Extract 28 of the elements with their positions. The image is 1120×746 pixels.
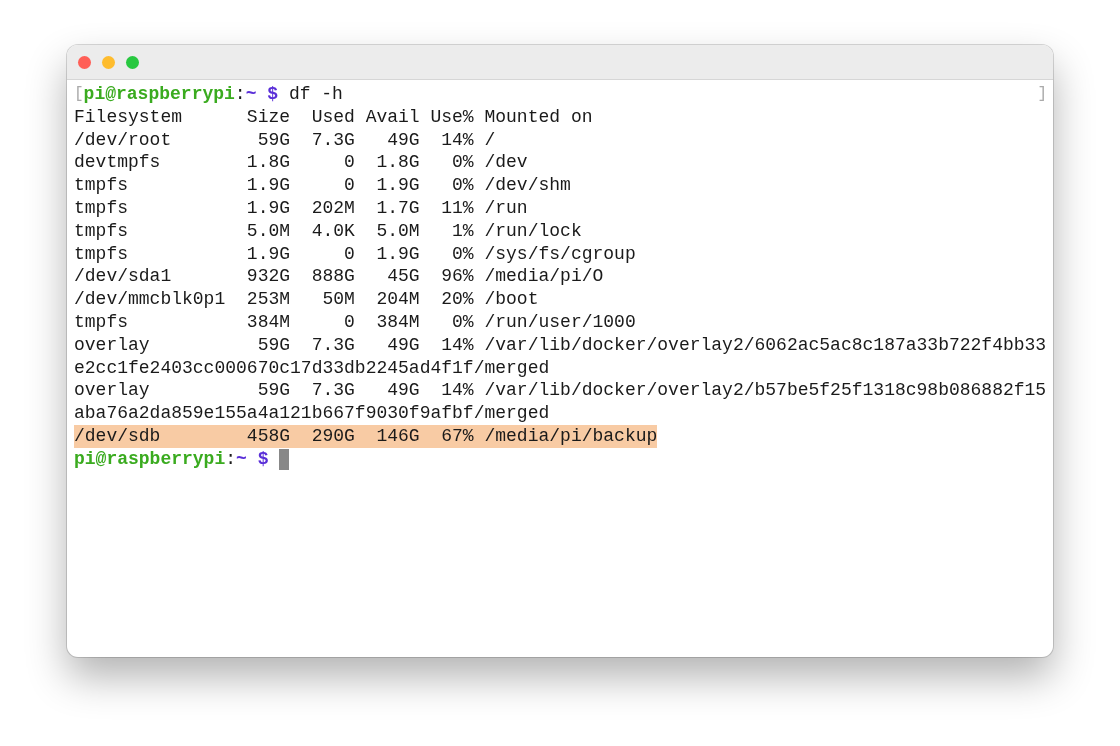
prompt-path: ~ [236,447,247,471]
mark-bracket: [ [74,84,84,105]
prompt-path: ~ [245,83,257,106]
output-line: /dev/mmcblk0p1 253M 50M 204M 20% /boot [74,288,539,311]
command-text: df -h [287,83,343,106]
output-line: overlay 59G 7.3G 49G 14% /var/lib/docker/overlay2/b57be5f25f1318c98b086882f15 [74,379,1047,403]
output-line: tmpfs 384M 0 384M 0% /run/user/1000 [74,310,636,334]
prompt-user: pi@raspberrypi [83,83,235,106]
prompt-separator: : [225,447,237,471]
output-line: tmpfs 1.9G 0 1.9G 0% /dev/shm [74,174,571,197]
window-control-button[interactable] [78,55,91,69]
output-line: tmpfs 1.9G 202M 1.7G 11% /run [74,197,528,220]
output-line: Filesystem Size Used Avail Use% Mounted on [74,105,593,129]
prompt-symbol: $ [257,447,269,471]
output-line: overlay 59G 7.3G 49G 14% /var/lib/docker/overlay2/6062ac5ac8c187a33b722f4bb33 [74,333,1047,357]
prompt-symbol: $ [267,83,279,106]
output-line: /dev/sda1 932G 888G 45G 96% /media/pi/O [74,265,604,289]
output-line: /dev/root 59G 7.3G 49G 14% / [74,128,496,152]
mark-bracket: ] [1037,84,1047,105]
prompt-separator: : [234,83,246,106]
window-control-button[interactable] [102,55,115,69]
output-line: tmpfs 1.9G 0 1.9G 0% /sys/fs/cgroup [74,242,636,266]
output-line: e2cc1fe2403cc000670c17d33db2245ad4f1f/merged [74,356,550,380]
output-line: aba76a2da859e155a4a121b667f9030f9afbf/merged [74,402,550,425]
output-line: tmpfs 5.0M 4.0K 5.0M 1% /run/lock [74,219,582,243]
window-control-button[interactable] [126,55,139,69]
prompt-user: pi@raspberrypi [74,447,226,471]
output-line: devtmpfs 1.8G 0 1.8G 0% /dev [74,151,528,175]
